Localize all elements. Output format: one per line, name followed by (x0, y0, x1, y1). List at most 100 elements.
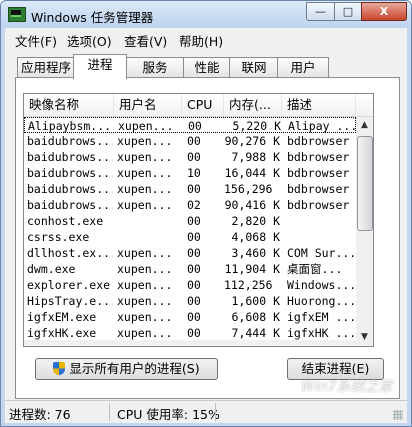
cell-name: conhost.exe (27, 214, 104, 228)
cell-cpu: 00 (187, 182, 201, 196)
cell-name: baidubrows... (27, 134, 113, 148)
cell-mem: 7,444 K (231, 326, 280, 340)
process-row[interactable]: baidubrows... xupen... 02 90,416 K bdbrowser (24, 197, 356, 213)
cell-mem: 5,220 K (232, 119, 281, 133)
cell-cpu: 00 (188, 119, 202, 133)
show-all-users-processes-button[interactable]: 显示所有用户的进程(S) (35, 358, 218, 380)
process-row[interactable]: igfxHK.exe xupen... 00 7,444 K igfxHK ... (24, 325, 356, 341)
cell-name: baidubrows... (27, 166, 113, 180)
column-description[interactable]: 描述 (282, 94, 356, 116)
column-image-name[interactable]: 映像名称 (24, 94, 114, 116)
process-row[interactable]: baidubrows... xupen... 00 90,276 K bdbrowser (24, 133, 356, 149)
cell-name: igfxEM.exe (27, 310, 97, 324)
cell-desc: bdbrowser (287, 134, 350, 148)
close-button[interactable]: X (361, 2, 407, 21)
window-title: Windows 任务管理器 (31, 10, 154, 25)
cell-name: igfxHK.exe (27, 326, 97, 340)
tab-networking[interactable]: 联网 (229, 57, 279, 78)
tab-applications[interactable]: 应用程序 (17, 57, 75, 78)
cell-mem: 2,820 K (231, 214, 280, 228)
process-row[interactable]: HipsTray.e... xupen... 00 1,600 K Huorong... (24, 293, 356, 309)
tab-services[interactable]: 服务 (125, 57, 185, 78)
status-bar: 进程数: 76 CPU 使用率: 15% (5, 400, 407, 423)
cell-desc: igfxEM ... (287, 310, 355, 324)
cell-mem: 16,044 K (224, 166, 280, 180)
cell-user: xupen... (117, 294, 173, 308)
cell-cpu: 00 (187, 310, 201, 324)
cell-name: baidubrows... (27, 198, 113, 212)
process-row[interactable]: baidubrows... xupen... 10 16,044 K bdbrowser (24, 165, 356, 181)
tab-performance[interactable]: 性能 (183, 57, 231, 78)
cell-name: dllhost.ex... (27, 246, 113, 260)
minimize-button[interactable]: — (306, 2, 334, 21)
cell-mem: 3,460 K (231, 246, 280, 260)
cell-mem: 7,988 K (231, 150, 280, 164)
maximize-button[interactable]: □ (334, 2, 361, 21)
cell-cpu: 00 (187, 214, 201, 228)
tab-users[interactable]: 用户 (277, 57, 329, 78)
process-row[interactable]: dllhost.ex... xupen... 00 3,460 K COM Sur... (24, 245, 356, 261)
cell-name: baidubrows... (27, 150, 113, 164)
cell-desc: bdbrowser (287, 182, 350, 196)
cell-user: xupen... (118, 119, 174, 133)
menu-view[interactable]: 查看(V) (124, 31, 167, 50)
tab-processes[interactable]: 进程 (73, 54, 127, 79)
scroll-up-arrow-icon[interactable]: ▲ (356, 117, 373, 134)
cell-user: xupen... (117, 262, 173, 276)
column-cpu[interactable]: CPU (182, 94, 224, 116)
vertical-scrollbar[interactable]: ▲ ▼ (356, 117, 373, 346)
process-row[interactable]: conhost.exe 00 2,820 K (24, 213, 356, 229)
task-manager-window: Windows 任务管理器 — □ X 文件(F) 选项(O) 查看(V) 帮助… (0, 0, 412, 427)
cell-desc: bdbrowser (287, 198, 350, 212)
process-row[interactable]: dwm.exe xupen... 00 11,904 K 桌面窗... (24, 261, 356, 277)
process-row[interactable]: explorer.exe xupen... 00 112,256 K Windows..… (24, 277, 356, 293)
cell-desc: Alipay ... (288, 119, 356, 133)
title-bar[interactable]: Windows 任务管理器 — □ X (1, 1, 411, 28)
cell-desc: COM Sur... (287, 246, 355, 260)
scroll-down-arrow-icon[interactable]: ▼ (356, 329, 373, 346)
column-memory[interactable]: 内存(... (224, 94, 282, 116)
cell-name: baidubrows... (27, 182, 113, 196)
scroll-thumb[interactable] (357, 136, 373, 231)
show-all-label: 显示所有用户的进程(S) (69, 361, 200, 376)
watermark-logo: Win7系统之家 (301, 379, 393, 395)
cell-mem: 6,608 K (231, 310, 280, 324)
client-area: 应用程序 进程 服务 性能 联网 用户 映像名称 用户名 CPU 内存(... … (5, 49, 407, 400)
resize-grip-icon[interactable] (393, 410, 403, 420)
cell-user: xupen... (117, 150, 173, 164)
cell-user: xupen... (117, 246, 173, 260)
uac-shield-icon (53, 362, 66, 375)
cell-desc: 桌面窗... (287, 262, 343, 276)
process-row[interactable]: igfxEM.exe xupen... 00 6,608 K igfxEM ... (24, 309, 356, 325)
menu-file[interactable]: 文件(F) (15, 31, 57, 50)
cell-cpu: 00 (187, 246, 201, 260)
cell-mem: 112,256 K (224, 278, 280, 292)
cell-cpu: 00 (187, 294, 201, 308)
process-list[interactable]: 映像名称 用户名 CPU 内存(... 描述 Alipaybsm.... xupe… (23, 93, 374, 347)
process-row[interactable]: csrss.exe 00 4,068 K (24, 229, 356, 245)
cell-cpu: 00 (187, 134, 201, 148)
cell-user: xupen... (117, 134, 173, 148)
cell-mem: 11,904 K (224, 262, 280, 276)
cell-desc: bdbrowser (287, 150, 350, 164)
cell-user: xupen... (117, 278, 173, 292)
menu-options[interactable]: 选项(O) (67, 31, 112, 50)
process-row[interactable]: baidubrows... xupen... 00 156,296 K bdbrowse… (24, 181, 356, 197)
cell-cpu: 00 (187, 326, 201, 340)
cell-desc: Windows... (287, 278, 355, 292)
cell-user: xupen... (117, 310, 173, 324)
process-row[interactable]: Alipaybsm.... xupen... 00 5,220 K Alipay ... (24, 117, 356, 133)
cell-cpu: 00 (187, 150, 201, 164)
menu-help[interactable]: 帮助(H) (179, 31, 223, 50)
column-user-name[interactable]: 用户名 (114, 94, 182, 116)
horizontal-scrollbar[interactable] (24, 340, 356, 346)
cell-name: Alipaybsm.... (28, 119, 114, 133)
cell-desc: bdbrowser (287, 166, 350, 180)
process-rows: Alipaybsm.... xupen... 00 5,220 K Alipay ...… (24, 117, 356, 346)
process-row[interactable]: baidubrows... xupen... 00 7,988 K bdbrowser (24, 149, 356, 165)
cell-mem: 4,068 K (231, 230, 280, 244)
cell-cpu: 00 (187, 262, 201, 276)
cell-user: xupen... (117, 326, 173, 340)
cell-cpu: 00 (187, 278, 201, 292)
cell-desc: Huorong... (287, 294, 355, 308)
